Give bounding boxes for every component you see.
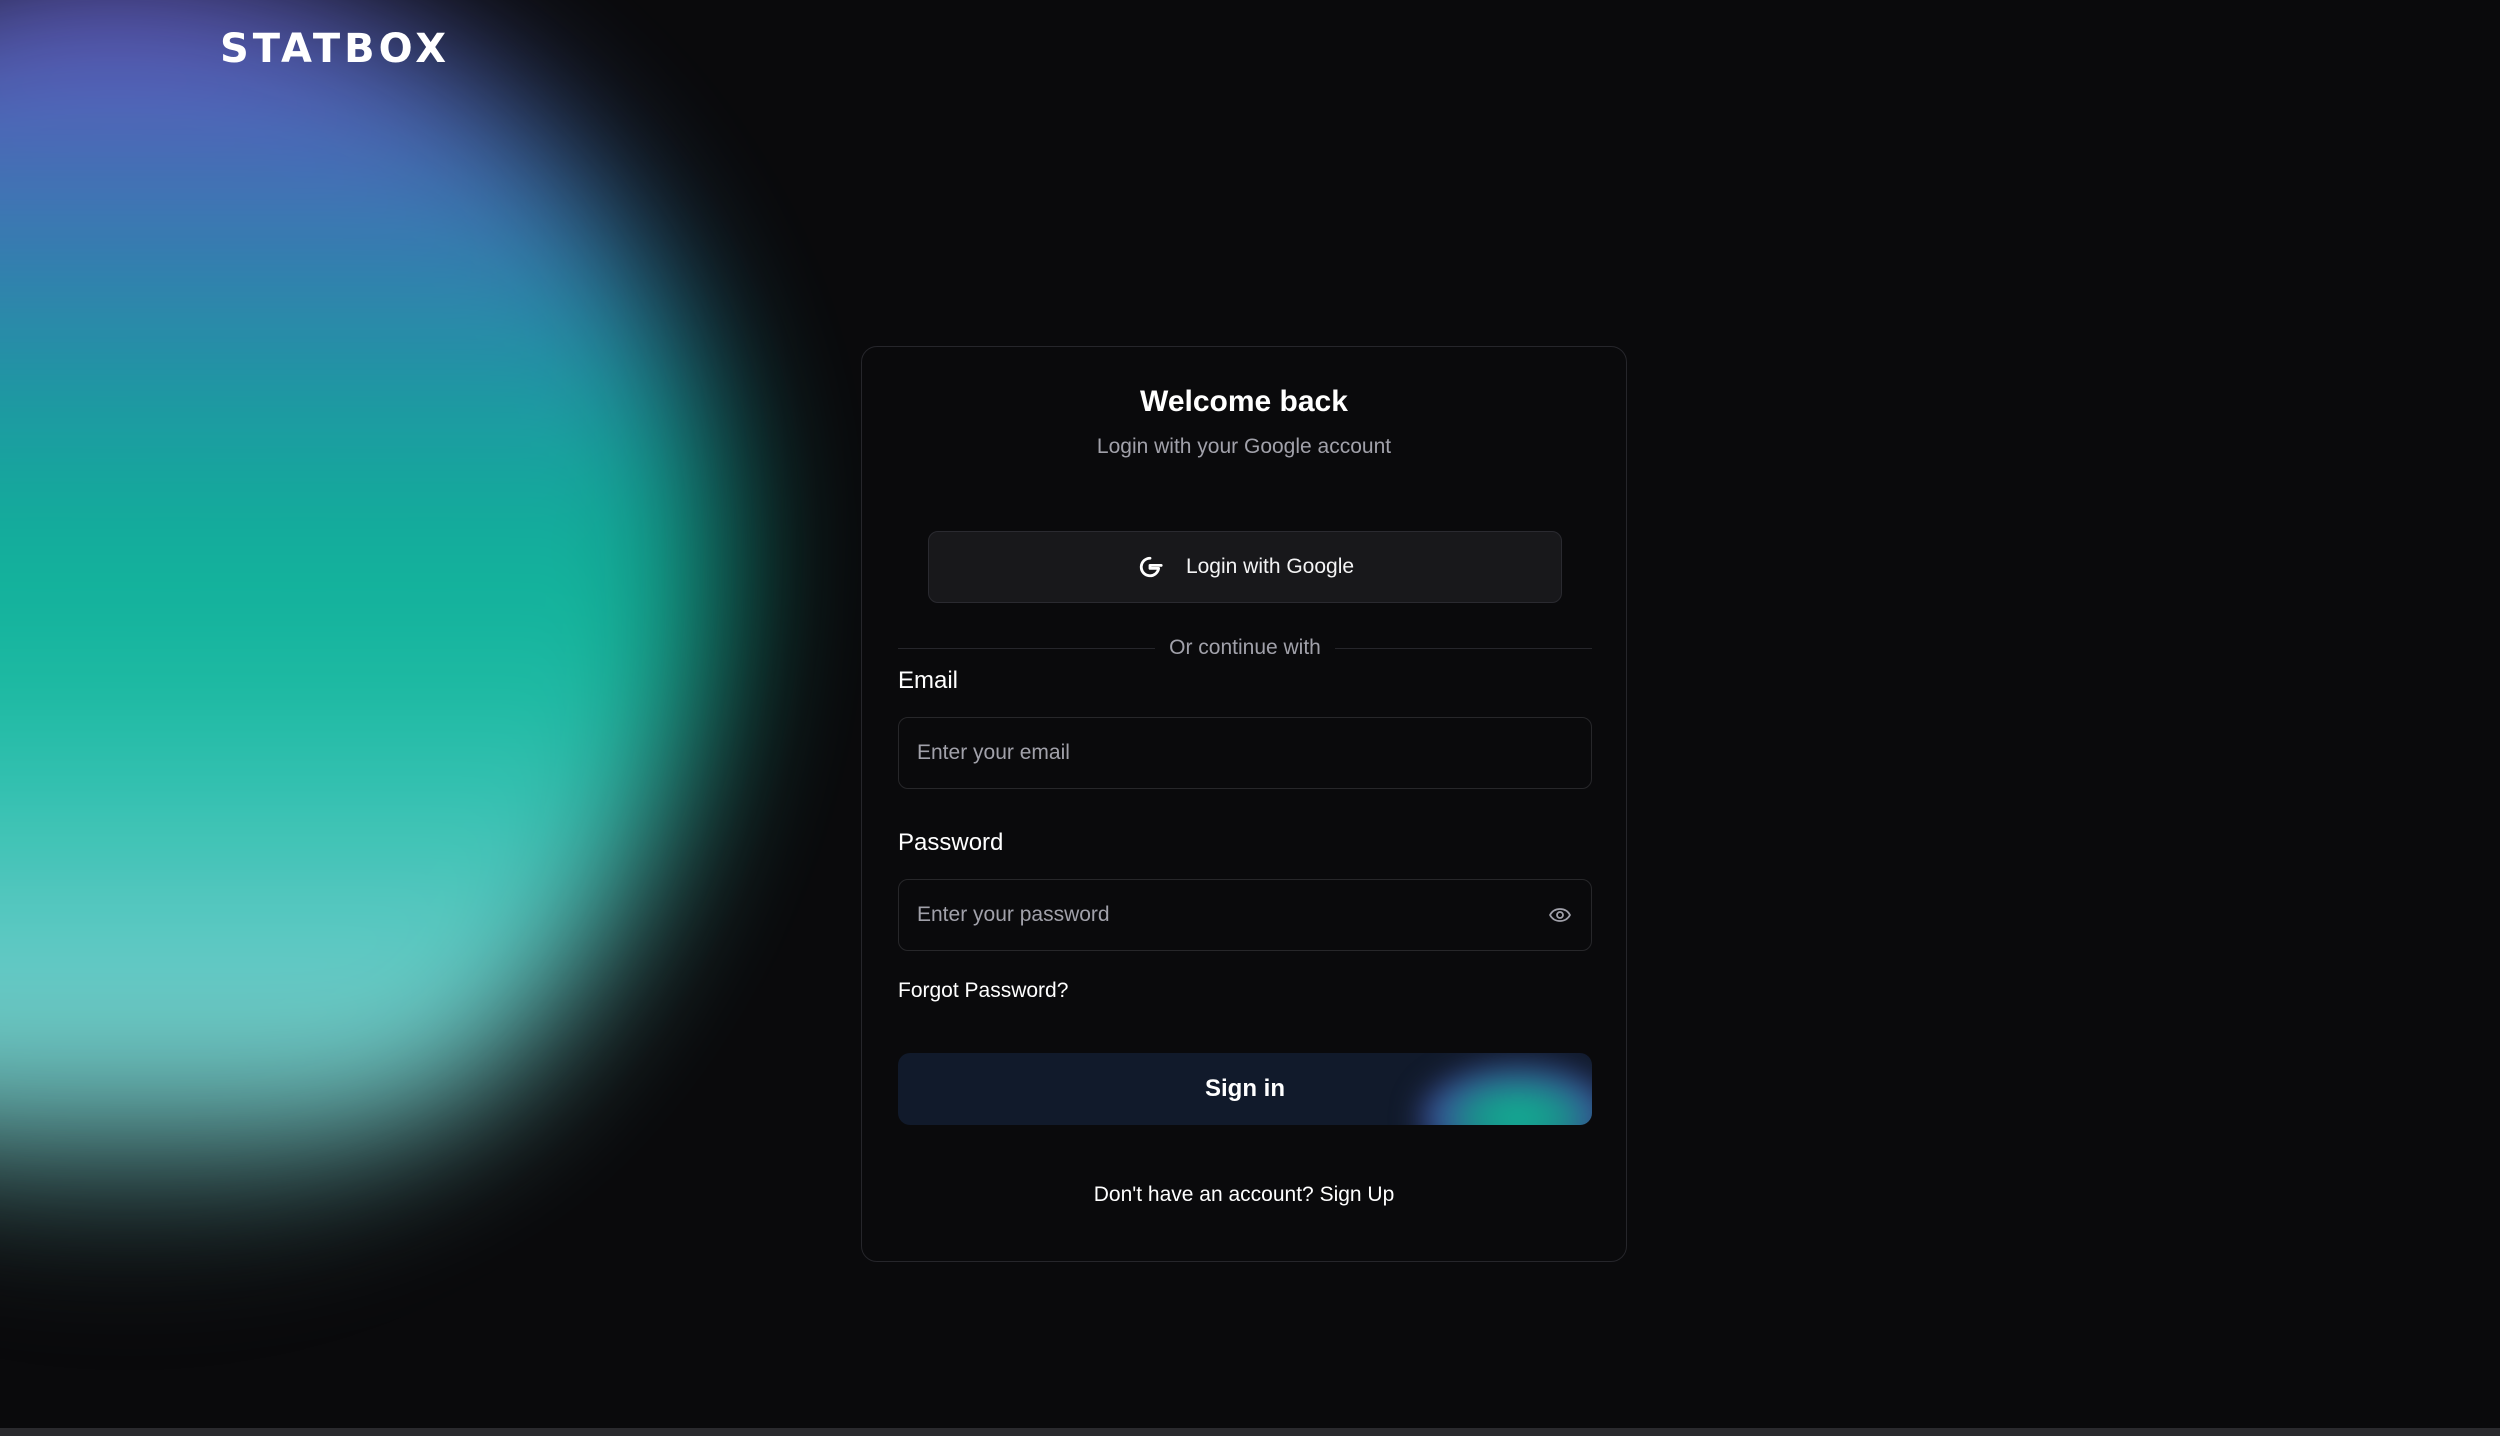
password-input[interactable] bbox=[898, 879, 1592, 951]
google-g-icon bbox=[1136, 553, 1164, 581]
email-input[interactable] bbox=[898, 717, 1592, 789]
or-continue-divider: Or continue with bbox=[898, 633, 1592, 663]
card-subtitle: Login with your Google account bbox=[1096, 435, 1392, 458]
signup-prompt: Don't have an account? Sign Up bbox=[862, 1183, 1626, 1207]
login-with-google-label: Login with Google bbox=[1185, 555, 1355, 578]
email-label: Email bbox=[898, 667, 959, 694]
divider-line-left bbox=[898, 647, 1156, 649]
eye-icon[interactable] bbox=[1548, 903, 1572, 927]
forgot-password-link[interactable]: Forgot Password? bbox=[898, 979, 1068, 1003]
card-title: Welcome back bbox=[1140, 385, 1348, 418]
login-with-google-button[interactable]: Login with Google bbox=[928, 531, 1562, 603]
login-page: STATBOX Welcome back Login with your Goo… bbox=[0, 0, 2500, 1436]
statbox-logo[interactable]: STATBOX bbox=[220, 26, 450, 72]
password-label: Password bbox=[898, 829, 1004, 856]
login-card: Welcome back Login with your Google acco… bbox=[861, 346, 1627, 1262]
bottom-scrollbar[interactable] bbox=[0, 1428, 2500, 1436]
signup-prompt-text: Don't have an account? bbox=[1093, 1183, 1314, 1206]
divider-line-right bbox=[1334, 647, 1592, 649]
sign-up-link[interactable]: Sign Up bbox=[1320, 1183, 1395, 1206]
divider-text: Or continue with bbox=[1169, 636, 1321, 659]
sign-in-label: Sign in bbox=[1205, 1075, 1285, 1102]
sign-in-button[interactable]: Sign in bbox=[898, 1053, 1592, 1125]
background-gradient-blob bbox=[0, 0, 720, 1220]
